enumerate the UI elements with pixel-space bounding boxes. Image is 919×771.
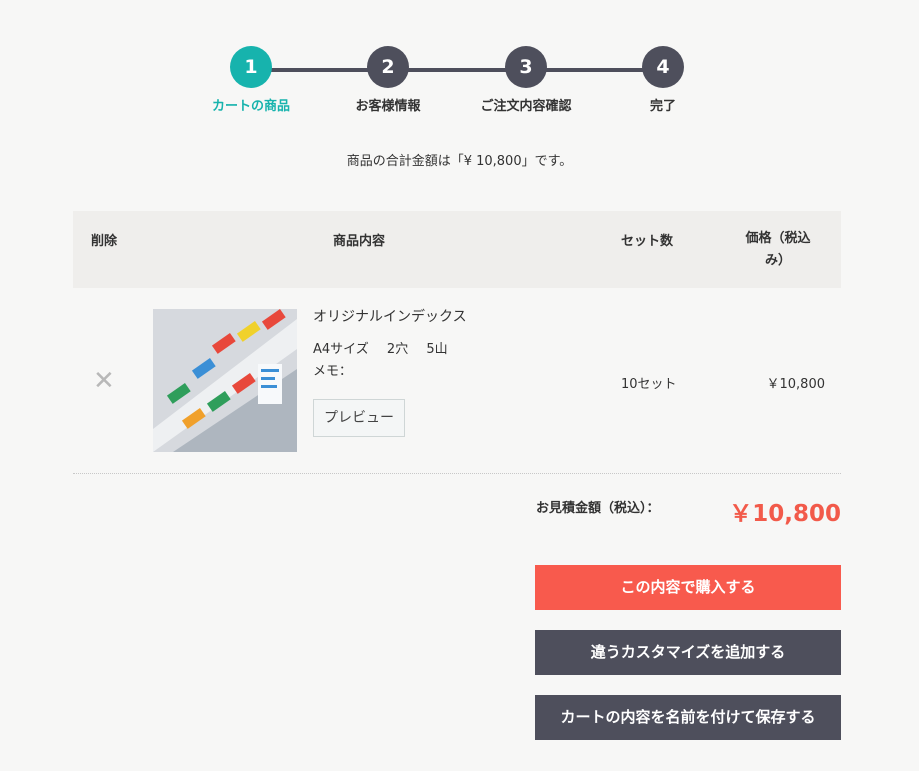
step-number: 1 [230,46,272,88]
step-number: 2 [367,46,409,88]
table-row: ✕ オリジナルインデックス A4サイズ 2穴 5山 メモ： プレビュー 10セッ… [73,288,841,474]
checkout-stepper: 1 カートの商品 2 お客様情報 3 ご注文内容確認 4 完了 [0,0,919,120]
purchase-button[interactable]: この内容で購入する [535,565,841,610]
index-tabs-image [153,309,297,452]
estimate-total-label: お見積金額（税込）： [536,501,660,516]
header-delete: 削除 [91,234,118,249]
spec-size: A4サイズ [313,342,369,357]
step-label: カートの商品 [211,99,290,114]
step-label: 完了 [649,99,676,114]
save-cart-button[interactable]: カートの内容を名前を付けて保存する [535,695,841,740]
step-label: お客様情報 [355,99,421,114]
step-number: 3 [505,46,547,88]
cart-summary-text: 商品の合計金額は「¥ 10,800」です。 [346,154,573,169]
close-icon[interactable]: ✕ [93,368,115,394]
product-memo: メモ： [313,364,353,379]
step-cart: 1 カートの商品 [181,46,321,114]
header-content: 商品内容 [333,234,386,249]
header-price-line2: み） [764,253,791,268]
header-price-line1: 価格（税込 [745,231,811,246]
product-spec: A4サイズ 2穴 5山 [313,338,462,357]
add-customization-button[interactable]: 違うカスタマイズを追加する [535,630,841,675]
step-number: 4 [642,46,684,88]
sets-value: 10セット [621,377,677,392]
header-price: 価格（税込 み） [733,228,823,272]
estimate-total-value: ￥10,800 [729,501,841,527]
cart-table-header: 削除 商品内容 セット数 価格（税込 み） [73,211,841,288]
product-name: オリジナルインデックス [313,309,467,325]
product-thumbnail [153,309,297,452]
price-value: ￥10,800 [766,377,826,392]
header-sets: セット数 [621,234,674,249]
preview-button[interactable]: プレビュー [313,399,405,437]
step-order-confirm: 3 ご注文内容確認 [456,46,596,114]
step-complete: 4 完了 [593,46,733,114]
spec-tabs: 5山 [426,342,448,357]
step-customer-info: 2 お客様情報 [318,46,458,114]
step-label: ご注文内容確認 [480,99,572,114]
spec-holes: 2穴 [386,342,409,357]
